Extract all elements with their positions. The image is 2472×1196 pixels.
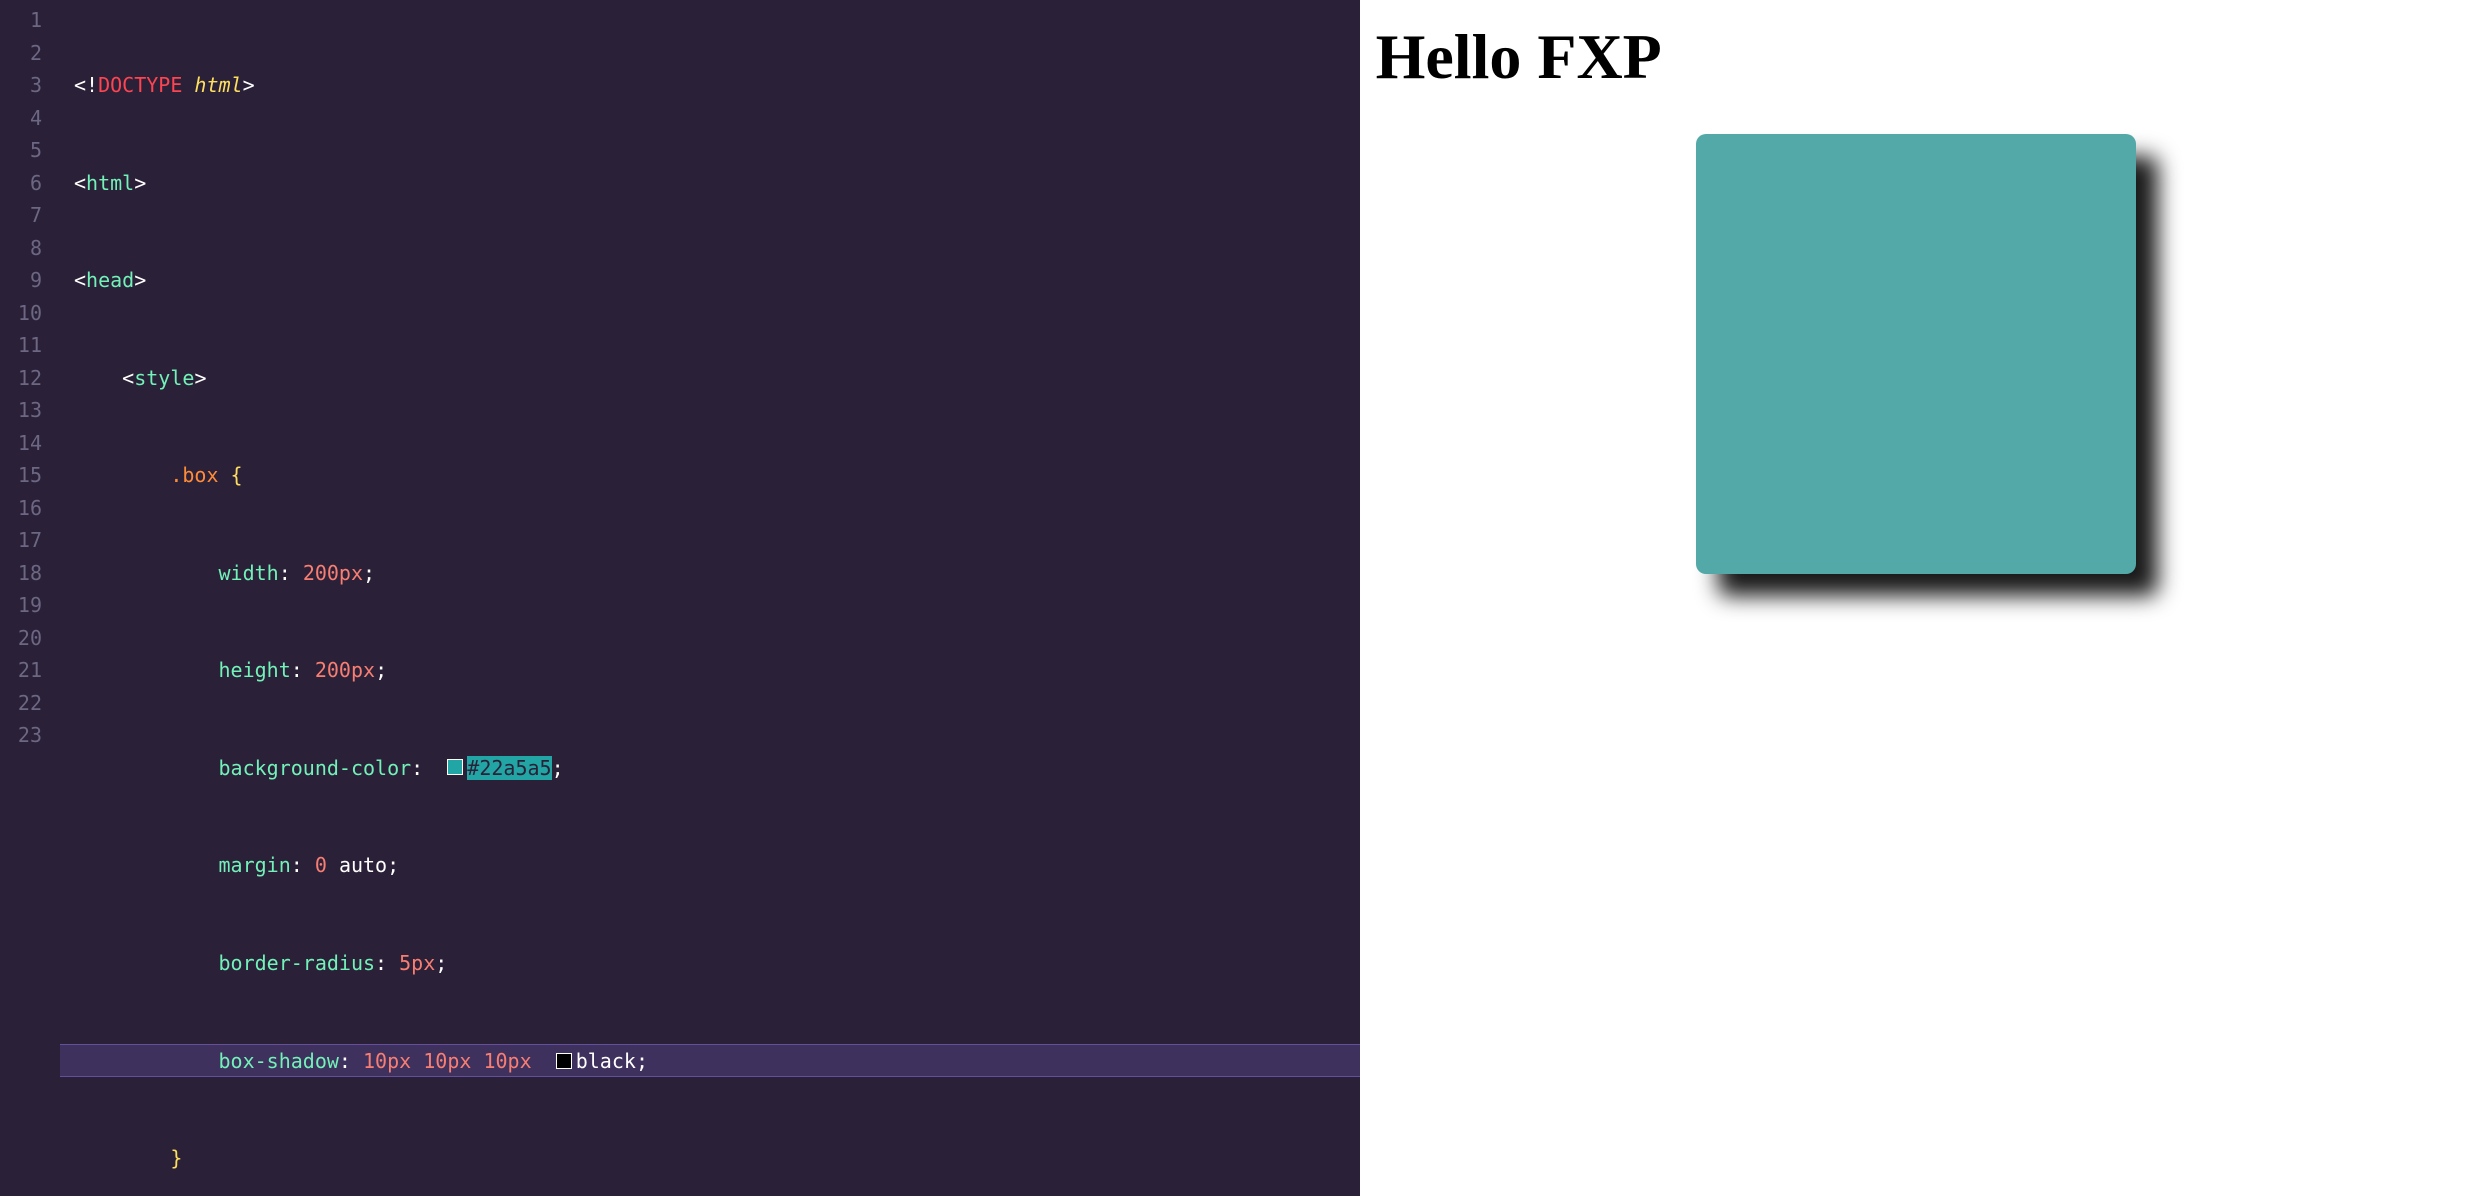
code-line[interactable]: <head> — [60, 264, 1360, 297]
code-line[interactable]: margin: 0 auto; — [60, 849, 1360, 882]
code-line[interactable]: .box { — [60, 459, 1360, 492]
line-number: 19 — [0, 589, 42, 622]
line-number: 4 — [0, 102, 42, 135]
code-line[interactable]: } — [60, 1142, 1360, 1175]
line-number: 5 — [0, 134, 42, 167]
line-number: 1 — [0, 4, 42, 37]
code-line[interactable]: background-color: #22a5a5; — [60, 752, 1360, 785]
code-line[interactable]: height: 200px; — [60, 654, 1360, 687]
browser-preview: Hello FXP — [1360, 0, 2472, 1196]
code-area[interactable]: <!DOCTYPE html> <html> <head> <style> .b… — [60, 0, 1360, 1196]
line-number-gutter: 1 2 3 4 5 6 7 8 9 10 11 12 13 14 15 16 1… — [0, 0, 60, 1196]
code-line[interactable]: border-radius: 5px; — [60, 947, 1360, 980]
line-number: 8 — [0, 232, 42, 265]
preview-heading: Hello FXP — [1376, 20, 2456, 94]
code-line[interactable]: width: 200px; — [60, 557, 1360, 590]
line-number: 9 — [0, 264, 42, 297]
preview-box — [1696, 134, 2136, 574]
code-line[interactable]: <html> — [60, 167, 1360, 200]
color-swatch-icon — [447, 759, 463, 775]
line-number: 6 — [0, 167, 42, 200]
line-number: 14 — [0, 427, 42, 460]
line-number: 17 — [0, 524, 42, 557]
line-number: 22 — [0, 687, 42, 720]
line-number: 11 — [0, 329, 42, 362]
line-number: 20 — [0, 622, 42, 655]
line-number: 10 — [0, 297, 42, 330]
line-number: 2 — [0, 37, 42, 70]
code-editor[interactable]: 1 2 3 4 5 6 7 8 9 10 11 12 13 14 15 16 1… — [0, 0, 1360, 1196]
code-line-active[interactable]: box-shadow: 10px 10px 10px black; — [60, 1044, 1360, 1077]
line-number: 15 — [0, 459, 42, 492]
line-number: 18 — [0, 557, 42, 590]
line-number: 16 — [0, 492, 42, 525]
line-number: 21 — [0, 654, 42, 687]
line-number: 7 — [0, 199, 42, 232]
line-number: 13 — [0, 394, 42, 427]
selected-text: #22a5a5 — [467, 756, 551, 780]
line-number: 23 — [0, 719, 42, 752]
line-number: 12 — [0, 362, 42, 395]
line-number: 3 — [0, 69, 42, 102]
color-swatch-icon — [556, 1053, 572, 1069]
code-line[interactable]: <style> — [60, 362, 1360, 395]
code-line[interactable]: <!DOCTYPE html> — [60, 69, 1360, 102]
